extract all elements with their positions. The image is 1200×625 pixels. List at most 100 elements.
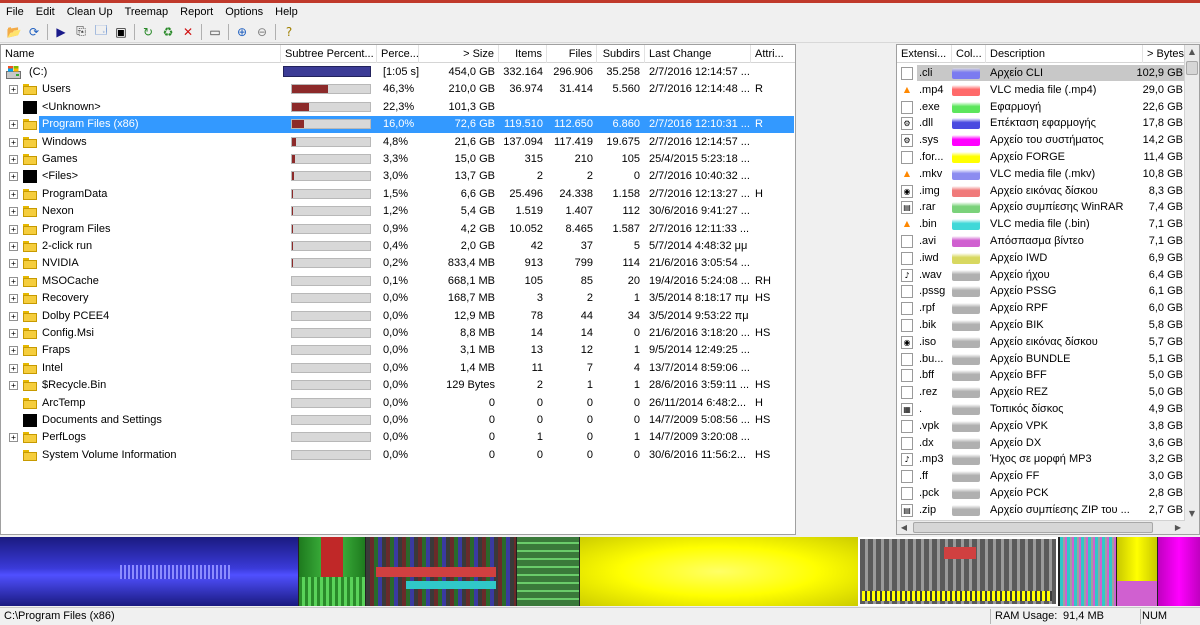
tree-row[interactable]: <Unknown> 22,3% 101,3 GB	[1, 99, 795, 116]
tree-row[interactable]: + <Files> 3,0% 13,7 GB 2 2 0 2/7/2016 10:40:32 …	[1, 168, 795, 185]
treemap-block-forge[interactable]	[580, 537, 858, 606]
tree-row[interactable]: + MSOCache 0,1% 668,1 MB 105 85 20 19/4/2016 5:…	[1, 273, 795, 290]
extension-horizontal-scrollbar[interactable]: ◀ ▶	[897, 520, 1185, 534]
tree-row[interactable]: + Windows 4,8% 21,6 GB 137.094 117.419 19.675 2…	[1, 134, 795, 151]
column-header-perce[interactable]: Perce...	[377, 45, 419, 63]
tree-row[interactable]: Documents and Settings 0,0% 0 0 0 0 14/7/2009 …	[1, 412, 795, 429]
tree-row[interactable]: + Users 46,3% 210,0 GB 36.974 31.414 5.560 2/7/…	[1, 81, 795, 98]
tree-row[interactable]: + Program Files 0,9% 4,2 GB 10.052 8.465 1.587…	[1, 221, 795, 238]
treemap-block-rar[interactable]	[517, 537, 579, 606]
extension-row[interactable]: ▤ .rar Αρχείο συμπίεσης WinRAR 7,4 GB	[897, 199, 1185, 216]
treemap-block-mixed[interactable]	[366, 537, 516, 606]
extension-row[interactable]: .bik Αρχείο BIK 5,8 GB	[897, 317, 1185, 334]
zoom-in-button[interactable]: ⊕	[232, 23, 252, 41]
extension-row[interactable]: .for... Αρχείο FORGE 11,4 GB	[897, 149, 1185, 166]
extension-row[interactable]: .avi Απόσπασμα βίντεο 7,1 GB	[897, 233, 1185, 250]
recycle-bin-button[interactable]: ♻	[158, 23, 178, 41]
tree-row[interactable]: + Recovery 0,0% 168,7 MB 3 2 1 3/5/2014 8:18:17…	[1, 290, 795, 307]
extension-row[interactable]: ◉ .iso Αρχείο εικόνας δίσκου 5,7 GB	[897, 334, 1185, 351]
expand-toggle-icon[interactable]: +	[9, 329, 18, 338]
extension-row[interactable]: ▦. Τοπικός δίσκος 4,9 GB	[897, 401, 1185, 418]
scroll-right-icon[interactable]: ▶	[1171, 521, 1185, 534]
extension-row[interactable]: .exe Εφαρμογή 22,6 GB	[897, 99, 1185, 116]
extension-row[interactable]: .pck Αρχείο PCK 2,8 GB	[897, 485, 1185, 502]
expand-toggle-icon[interactable]: +	[9, 224, 18, 234]
directory-tree-list[interactable]: Name Subtree Percent... Perce... > Size Item…	[0, 44, 796, 535]
play-button[interactable]: ▶	[51, 23, 71, 41]
tree-row[interactable]: + PerfLogs 0,0% 0 1 0 1 14/7/2009 3:20:08 ...	[1, 429, 795, 446]
tree-row[interactable]: + NVIDIA 0,2% 833,4 MB 913 799 114 21/6/2016 3:…	[1, 255, 795, 272]
tree-row[interactable]: ArcTemp 0,0% 0 0 0 0 26/11/2014 6:48:2... H	[1, 395, 795, 412]
expand-toggle-icon[interactable]: +	[9, 259, 18, 269]
open-folder-button[interactable]: 📂	[4, 23, 24, 41]
extension-row[interactable]: ♪ .wav Αρχείο ήχου 6,4 GB	[897, 267, 1185, 284]
treemap-block-sys[interactable]	[1158, 537, 1200, 606]
column-header-attri[interactable]: Attri...	[751, 45, 795, 63]
expand-toggle-icon[interactable]: +	[9, 207, 18, 217]
tree-row[interactable]: System Volume Information 0,0% 0 0 0 0 30/6/20…	[1, 447, 795, 464]
tree-row[interactable]: + Dolby PCEE4 0,0% 12,9 MB 78 44 34 3/5/2014 9:…	[1, 308, 795, 325]
column-header-size[interactable]: > Size	[419, 45, 499, 63]
copy-path-button[interactable]: ⎘	[71, 23, 91, 41]
menu-clean-up[interactable]: Clean Up	[61, 6, 119, 18]
scroll-left-icon[interactable]: ◀	[897, 521, 911, 534]
extension-row[interactable]: .bu... Αρχείο BUNDLE 5,1 GB	[897, 351, 1185, 368]
tree-row[interactable]: + Games 3,3% 15,0 GB 315 210 105 25/4/2015 5:23…	[1, 151, 795, 168]
column-header-subdirs[interactable]: Subdirs	[597, 45, 645, 63]
tree-row[interactable]: + $Recycle.Bin 0,0% 129 Bytes 2 1 1 28/6/2016 3…	[1, 377, 795, 394]
extension-row[interactable]: .vpk Αρχείο VPK 3,8 GB	[897, 418, 1185, 435]
treemap-block-iwd[interactable]	[1117, 537, 1157, 606]
expand-toggle-icon[interactable]: +	[9, 155, 18, 164]
extension-row[interactable]: ▲ .bin VLC media file (.bin) 7,1 GB	[897, 216, 1185, 233]
extension-row[interactable]: .iwd Αρχείο IWD 6,9 GB	[897, 250, 1185, 267]
extension-row[interactable]: ▲ .mkv VLC media file (.mkv) 10,8 GB	[897, 166, 1185, 183]
refresh-all-button[interactable]: ⟳	[24, 23, 44, 41]
ext-column-header-description[interactable]: Description	[986, 45, 1143, 63]
extension-row[interactable]: .bff Αρχείο BFF 5,0 GB	[897, 367, 1185, 384]
expand-toggle-icon[interactable]: +	[9, 363, 18, 373]
extension-row[interactable]: ⚙ .sys Αρχείο του συστήματος 14,2 GB	[897, 132, 1185, 149]
column-header-subtree-percent[interactable]: Subtree Percent...	[281, 45, 377, 63]
tree-row[interactable]: (C:) [1:05 s] 454,0 GB 332.164 296.906 35.258…	[1, 64, 795, 81]
expand-toggle-icon[interactable]: +	[9, 120, 18, 130]
menu-treemap[interactable]: Treemap	[119, 6, 175, 18]
extension-row[interactable]: ◉ .img Αρχείο εικόνας δίσκου 8,3 GB	[897, 183, 1185, 200]
tree-row[interactable]: + Intel 0,0% 1,4 MB 11 7 4 13/7/2014 8:59:06 ..…	[1, 360, 795, 377]
extension-row[interactable]: ♪ .mp3 Ήχος σε μορφή MP3 3,2 GB	[897, 451, 1185, 468]
vertical-scroll-thumb[interactable]	[1186, 61, 1198, 75]
extension-row[interactable]: ▤ .zip Αρχείο συμπίεσης ZIP του ... 2,7 GB	[897, 502, 1185, 519]
extension-row[interactable]: .cli Αρχείο CLI 102,9 GB	[897, 65, 1185, 82]
menu-file[interactable]: File	[0, 6, 30, 18]
expand-toggle-icon[interactable]: +	[9, 172, 18, 182]
tree-row[interactable]: + Fraps 0,0% 3,1 MB 13 12 1 9/5/2014 12:49:25 .…	[1, 342, 795, 359]
column-header-name[interactable]: Name	[1, 45, 281, 63]
extension-row[interactable]: .rpf Αρχείο RPF 6,0 GB	[897, 300, 1185, 317]
treemap-view[interactable]	[0, 537, 1200, 606]
column-header-files[interactable]: Files	[547, 45, 597, 63]
ext-column-header-extensi[interactable]: Extensi...	[897, 45, 952, 63]
tree-row[interactable]: + Program Files (x86) 16,0% 72,6 GB 119.510 1…	[1, 116, 795, 134]
extension-row[interactable]: ⚙ .dll Επέκταση εφαρμογής 17,8 GB	[897, 115, 1185, 132]
column-header-items[interactable]: Items	[499, 45, 547, 63]
treemap-block-bin[interactable]	[1060, 537, 1116, 606]
expand-toggle-icon[interactable]: +	[9, 294, 18, 304]
treemap-block-dll[interactable]	[0, 537, 298, 606]
help-button[interactable]: ?	[279, 23, 299, 41]
tree-row[interactable]: + ProgramData 1,5% 6,6 GB 25.496 24.338 1.158 2…	[1, 186, 795, 203]
expand-toggle-icon[interactable]: +	[9, 276, 18, 286]
explorer-button[interactable]: 🗔	[91, 23, 111, 41]
column-header-last-change[interactable]: Last Change	[645, 45, 751, 63]
menu-options[interactable]: Options	[219, 6, 269, 18]
expand-toggle-icon[interactable]: +	[9, 242, 18, 251]
ext-column-header-col[interactable]: Col...	[952, 45, 986, 63]
refresh-button[interactable]: ↻	[138, 23, 158, 41]
tree-row[interactable]: + Nexon 1,2% 5,4 GB 1.519 1.407 112 30/6/2016 9…	[1, 203, 795, 220]
extension-list[interactable]: Extensi... Col... Description > Bytes .cli Α…	[896, 44, 1200, 535]
extension-row[interactable]: .ff Αρχείο FF 3,0 GB	[897, 468, 1185, 485]
delete-button[interactable]: ✕	[178, 23, 198, 41]
expand-toggle-icon[interactable]: +	[9, 311, 18, 321]
scroll-up-icon[interactable]: ▲	[1185, 45, 1199, 59]
zoom-out-button[interactable]: ⊖	[252, 23, 272, 41]
horizontal-scroll-thumb[interactable]	[913, 522, 1153, 533]
expand-toggle-icon[interactable]: +	[9, 346, 18, 356]
